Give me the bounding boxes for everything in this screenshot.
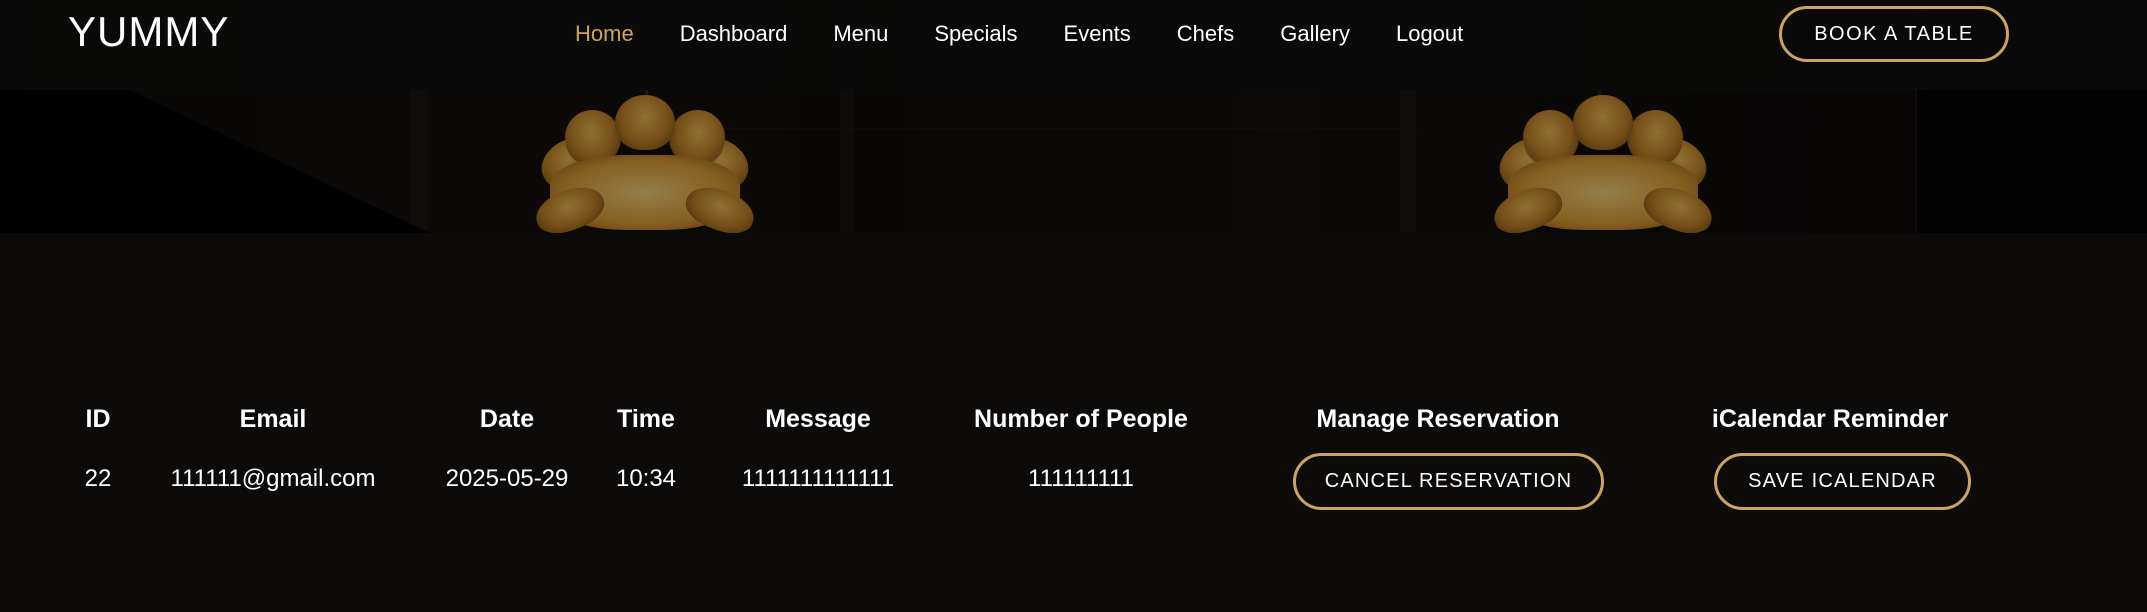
nav-link-chefs[interactable]: Chefs <box>1177 21 1234 47</box>
cell-message: 1111111111111 <box>741 465 895 492</box>
column-header-email: Email <box>239 405 307 433</box>
save-icalendar-button[interactable]: SAVE ICALENDAR <box>1714 453 1971 510</box>
cell-time: 10:34 <box>615 465 677 492</box>
column-header-icalendar-reminder: iCalendar Reminder <box>1711 405 1949 433</box>
cell-email: 111111@gmail.com <box>170 465 376 492</box>
nav-link-events[interactable]: Events <box>1064 21 1131 47</box>
column-header-manage-reservation: Manage Reservation <box>1316 405 1560 433</box>
nav-link-home[interactable]: Home <box>575 21 634 47</box>
cancel-reservation-button[interactable]: CANCEL RESERVATION <box>1293 453 1604 510</box>
nav-link-dashboard[interactable]: Dashboard <box>680 21 788 47</box>
nav-link-gallery[interactable]: Gallery <box>1280 21 1350 47</box>
nav-link-specials[interactable]: Specials <box>934 21 1017 47</box>
book-a-table-button[interactable]: BOOK A TABLE <box>1779 6 2009 62</box>
nav-link-logout[interactable]: Logout <box>1396 21 1463 47</box>
cell-number-of-people: 111111111 <box>1028 465 1134 492</box>
cell-date: 2025-05-29 <box>445 465 569 492</box>
main-nav: Home Dashboard Menu Specials Events Chef… <box>552 0 1486 68</box>
column-header-date: Date <box>479 405 535 433</box>
column-header-message: Message <box>765 405 871 433</box>
column-header-id: ID <box>85 405 111 433</box>
cell-id: 22 <box>84 465 112 492</box>
nav-link-menu[interactable]: Menu <box>833 21 888 47</box>
site-header: YUMMY Home Dashboard Menu Specials Event… <box>0 0 2147 90</box>
page: YUMMY Home Dashboard Menu Specials Event… <box>0 0 2147 612</box>
site-logo[interactable]: YUMMY <box>68 8 229 56</box>
column-header-time: Time <box>617 405 675 433</box>
column-header-number-of-people: Number of People <box>974 405 1188 433</box>
